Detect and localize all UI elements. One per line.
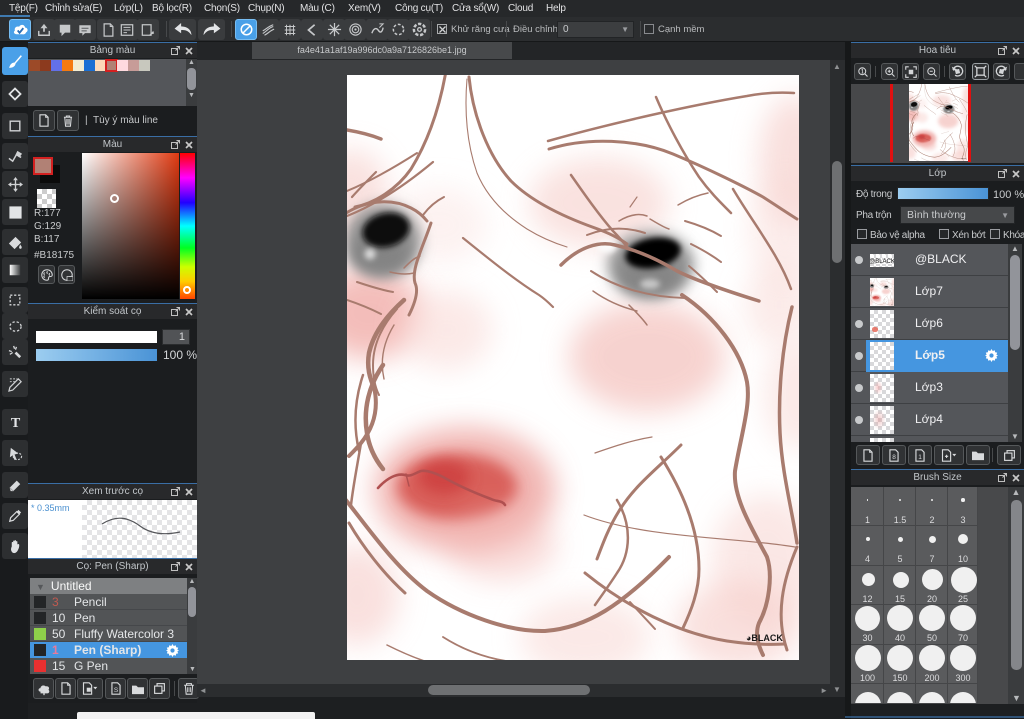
svg-text:8: 8 [892, 453, 896, 460]
svg-text:T: T [10, 415, 20, 430]
svg-text:@BLACK: @BLACK [870, 259, 894, 265]
svg-text:S: S [113, 687, 118, 694]
svg-text:1: 1 [918, 453, 922, 460]
